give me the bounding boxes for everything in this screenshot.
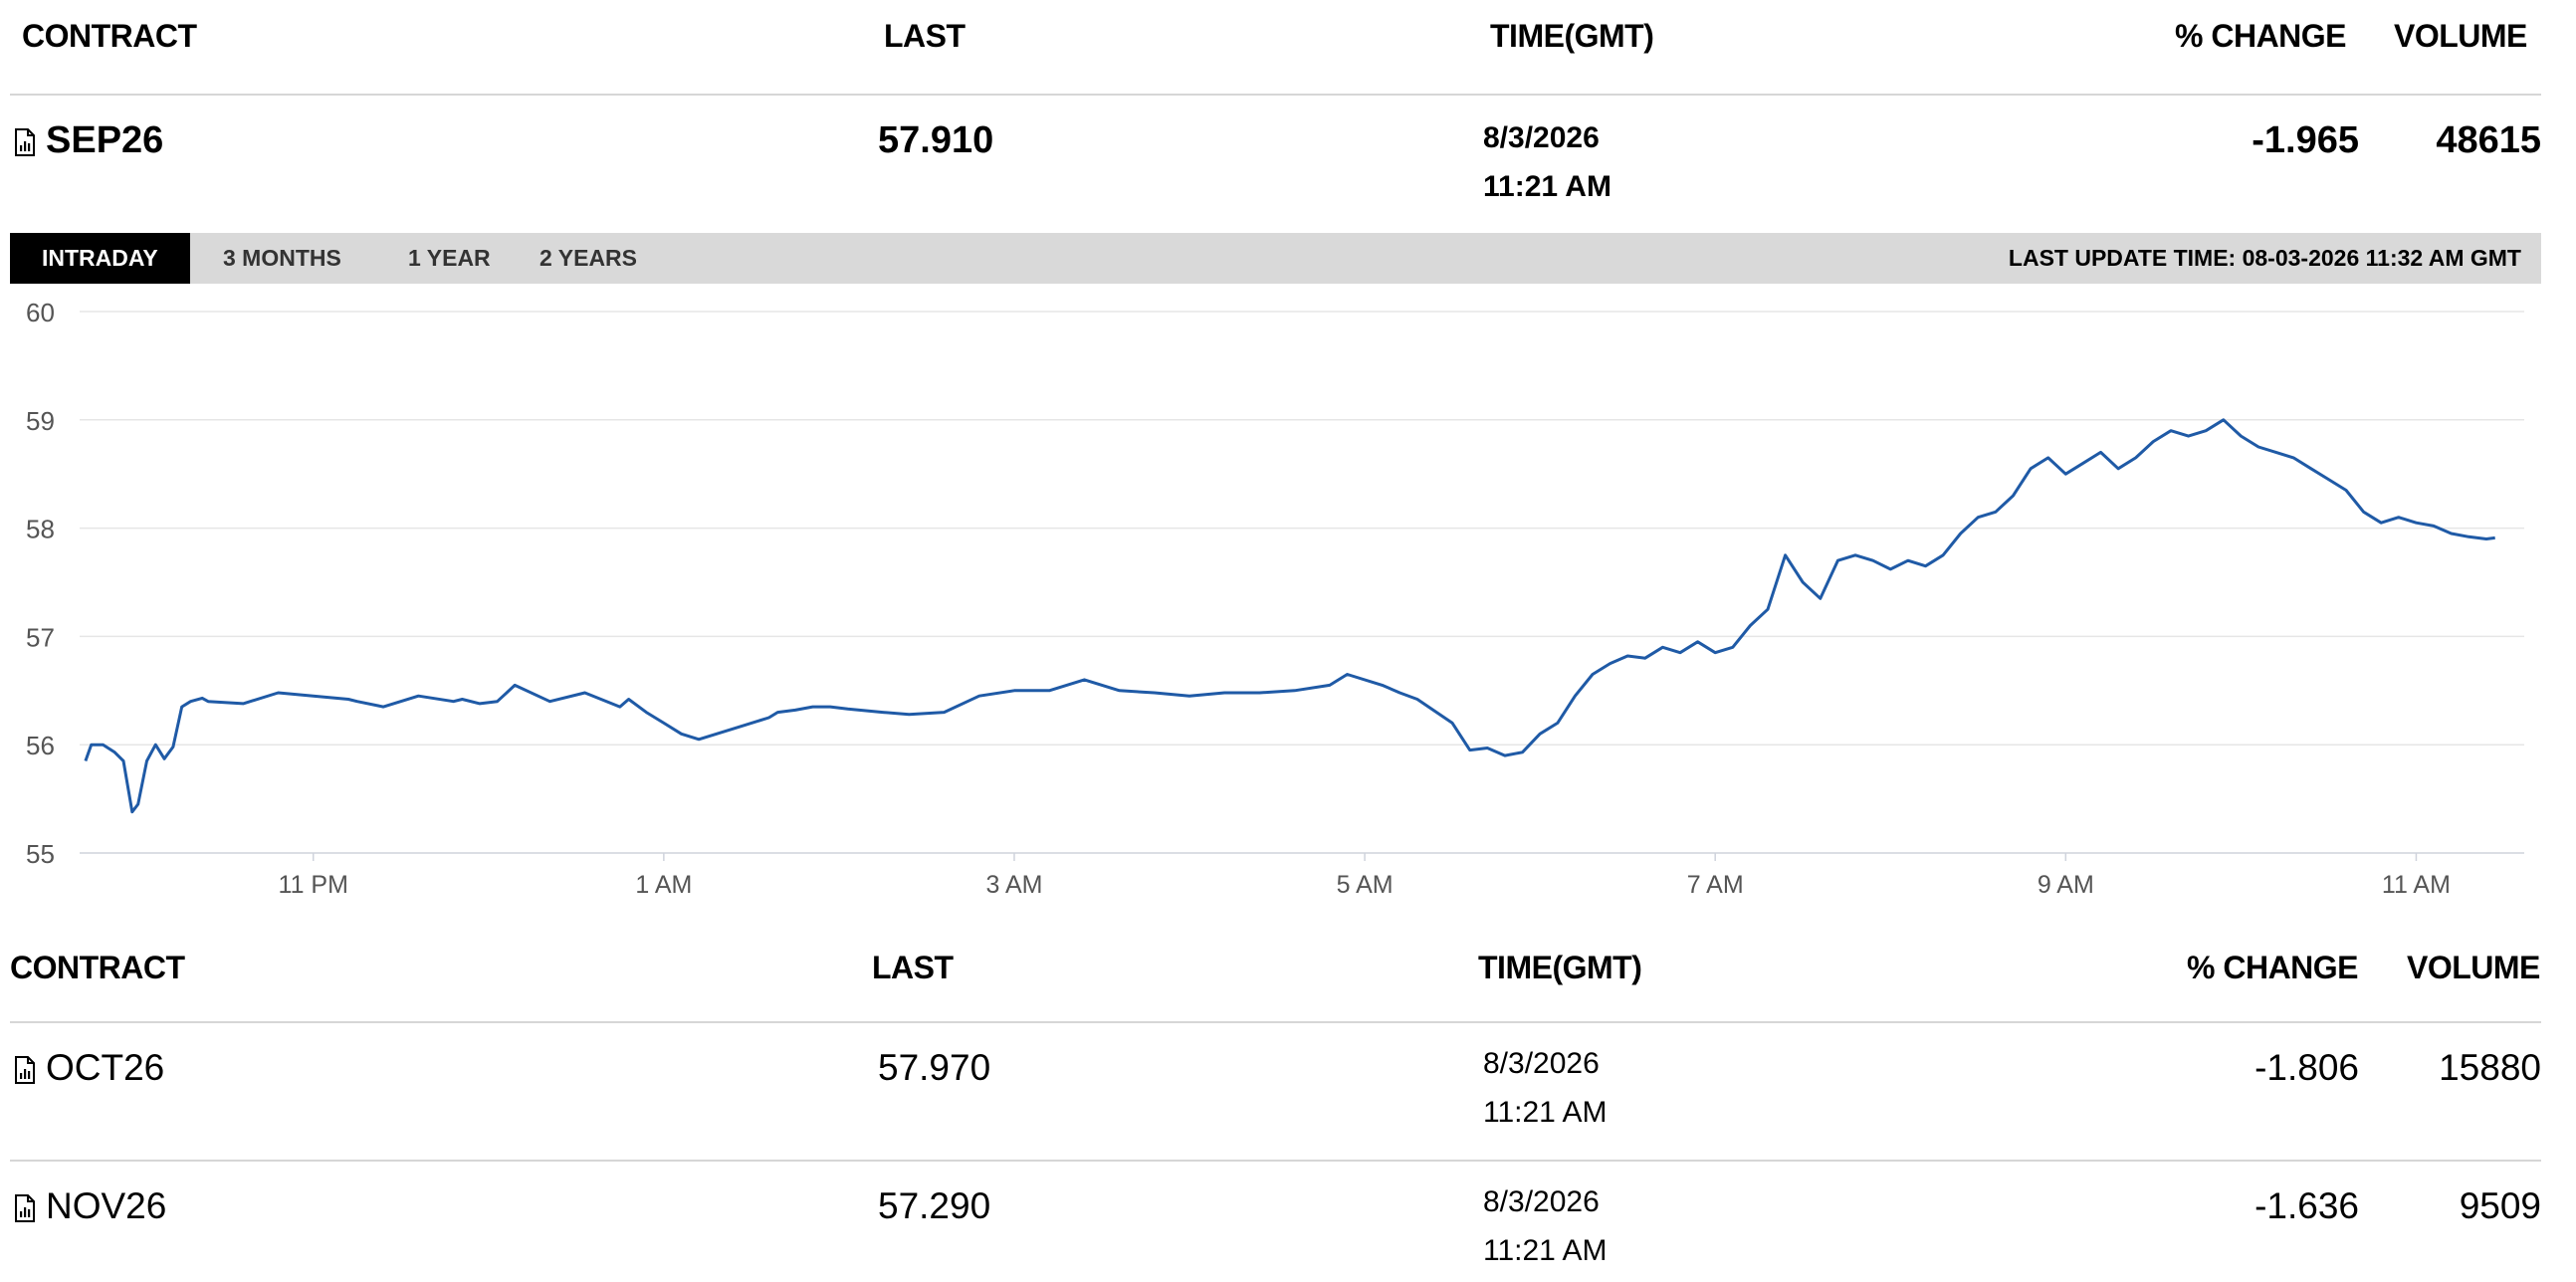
x-tick-label: 1 AM [635, 871, 692, 899]
contract-cell[interactable]: OCT26 [14, 1047, 164, 1089]
contract-name: NOV26 [46, 1185, 167, 1226]
last-price: 57.290 [878, 1185, 991, 1226]
range-tabs: INTRADAY 3 MONTHS 1 YEAR 2 YEARS LAST UP… [10, 233, 2541, 284]
document-chart-icon [15, 1194, 35, 1223]
trade-date: 8/3/2026 [1483, 121, 1600, 154]
header-pct-change[interactable]: % CHANGE [2187, 950, 2359, 986]
trade-datetime: 8/3/2026 11:21 AM [1483, 1039, 1608, 1137]
contract-cell[interactable]: SEP26 [14, 119, 163, 162]
pct-change: -1.965 [2252, 119, 2359, 161]
y-tick-label: 57 [26, 622, 55, 652]
contract-name: SEP26 [46, 119, 164, 161]
document-chart-icon [15, 127, 35, 156]
document-chart-icon [15, 1056, 35, 1085]
tab-1-year[interactable]: 1 YEAR [376, 233, 523, 284]
trade-time: 11:21 AM [1483, 1234, 1608, 1267]
x-tick-label: 3 AM [985, 871, 1042, 899]
header-volume[interactable]: VOLUME [2394, 18, 2527, 55]
header-time: TIME(GMT) [1478, 950, 1642, 985]
header-pct-change[interactable]: % CHANGE [2175, 18, 2347, 55]
divider [10, 1160, 2541, 1162]
header-time: TIME(GMT) [1490, 18, 1654, 54]
x-tick-label: 11 PM [279, 871, 348, 899]
trade-date: 8/3/2026 [1483, 1185, 1600, 1218]
contract-name: OCT26 [46, 1047, 165, 1088]
trade-time: 11:21 AM [1483, 170, 1611, 203]
last-update-time: LAST UPDATE TIME: 08-03-2026 11:32 AM GM… [2008, 245, 2521, 271]
volume: 9509 [2459, 1185, 2541, 1226]
tab-3-months[interactable]: 3 MONTHS [191, 233, 373, 284]
trade-datetime: 8/3/2026 11:21 AM [1483, 113, 1611, 211]
pct-change: -1.636 [2254, 1185, 2359, 1226]
trade-datetime: 8/3/2026 11:21 AM [1483, 1177, 1608, 1275]
header-contract: CONTRACT [10, 950, 185, 985]
volume: 15880 [2439, 1047, 2541, 1088]
price-series-line [84, 418, 2495, 814]
header-last: LAST [872, 950, 954, 985]
trade-time: 11:21 AM [1483, 1096, 1608, 1129]
contract-cell[interactable]: NOV26 [14, 1185, 166, 1227]
last-price: 57.910 [878, 119, 994, 161]
header-contract: CONTRACT [22, 18, 197, 54]
trade-date: 8/3/2026 [1483, 1047, 1600, 1080]
y-tick-label: 59 [26, 406, 55, 436]
divider [10, 94, 2541, 96]
header-volume[interactable]: VOLUME [2407, 950, 2540, 986]
header-last: LAST [884, 18, 966, 54]
pct-change: -1.806 [2254, 1047, 2359, 1088]
tab-2-years[interactable]: 2 YEARS [508, 233, 669, 284]
y-tick-label: 60 [26, 298, 55, 327]
x-tick-label: 5 AM [1337, 871, 1394, 899]
x-tick-label: 11 AM [2382, 871, 2451, 899]
intraday-price-chart[interactable]: 60 59 58 57 56 55 11 PM 1 AM 3 AM 5 AM 7 AM 9 AM 11 … [0, 294, 2576, 916]
last-price: 57.970 [878, 1047, 991, 1088]
tab-intraday[interactable]: INTRADAY [10, 233, 190, 284]
divider [10, 1021, 2541, 1023]
y-tick-label: 55 [26, 839, 55, 869]
x-tick-label: 9 AM [2038, 871, 2094, 899]
y-tick-label: 58 [26, 515, 55, 544]
volume: 48615 [2436, 119, 2541, 161]
y-tick-label: 56 [26, 731, 55, 760]
x-tick-label: 7 AM [1687, 871, 1744, 899]
